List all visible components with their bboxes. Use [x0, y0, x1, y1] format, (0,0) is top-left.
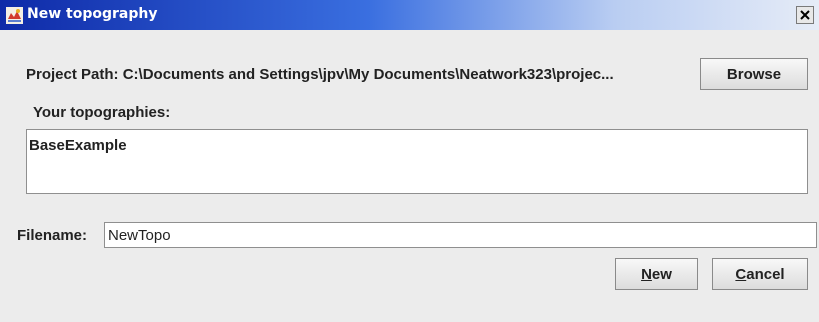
filename-value: NewTopo	[108, 226, 171, 244]
topographies-label: Your topographies:	[33, 104, 171, 121]
filename-input[interactable]: NewTopo	[104, 222, 817, 248]
topographies-list[interactable]: BaseExample	[26, 129, 808, 194]
project-path-value: C:\Documents and Settings\jpv\My Documen…	[122, 66, 614, 83]
new-button-label: ew	[651, 265, 672, 283]
new-topography-dialog: New topography Project Path: C:\Document…	[0, 0, 819, 322]
filename-label: Filename:	[17, 227, 88, 244]
new-button-mnemonic: N	[641, 265, 652, 283]
browse-button-label: Browse	[726, 65, 782, 83]
title-bar[interactable]: New topography	[0, 0, 819, 30]
close-button[interactable]	[796, 6, 814, 24]
project-path-text: Project Path: C:\Documents and Settings\…	[26, 66, 614, 83]
cancel-button[interactable]: Cancel	[712, 258, 808, 290]
app-logo-icon	[6, 7, 23, 24]
window-title: New topography	[27, 6, 158, 22]
cancel-button-label: ancel	[746, 265, 785, 283]
close-icon	[800, 10, 810, 20]
cancel-button-mnemonic: C	[735, 265, 747, 283]
project-path-label: Project Path:	[26, 66, 119, 83]
browse-button[interactable]: Browse	[700, 58, 808, 90]
list-item[interactable]: BaseExample	[29, 137, 127, 154]
new-button[interactable]: New	[615, 258, 698, 290]
